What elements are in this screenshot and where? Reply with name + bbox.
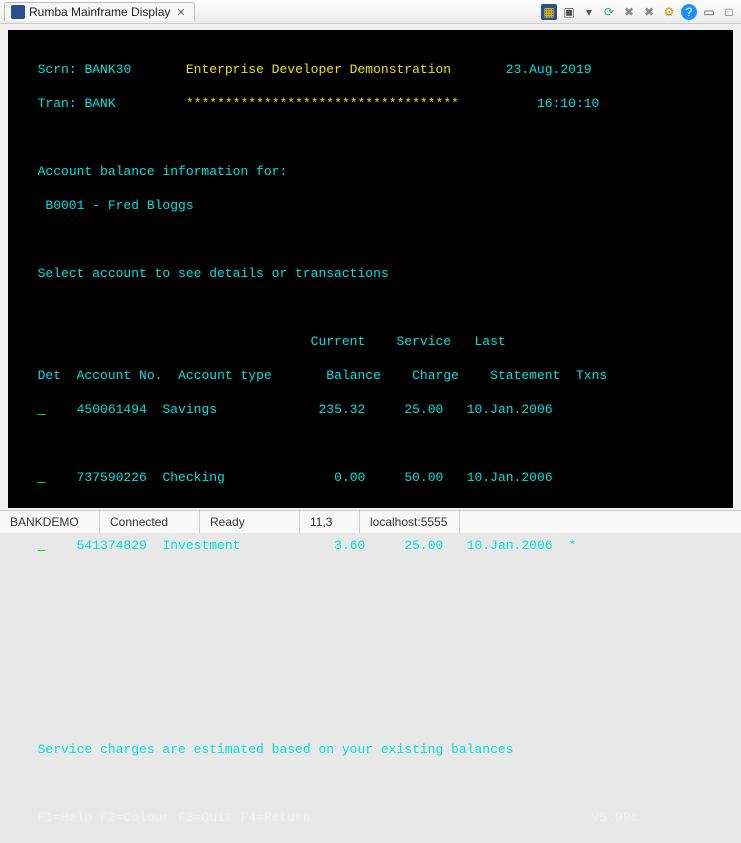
customer-id: B0001 bbox=[45, 198, 84, 213]
help-icon[interactable]: ? bbox=[681, 4, 697, 20]
version: V5.99c bbox=[592, 810, 639, 825]
det-input-0[interactable]: _ bbox=[38, 401, 46, 418]
tool-icon-5[interactable]: ✖ bbox=[621, 4, 637, 20]
app-icon bbox=[11, 5, 25, 19]
stmt-0: 10.Jan.2006 bbox=[467, 402, 553, 417]
col-acct: Account No. bbox=[77, 368, 163, 383]
window-tab[interactable]: Rumba Mainframe Display ✕ bbox=[4, 2, 195, 21]
col-service-1: Service bbox=[396, 334, 451, 349]
col-service-2: Charge bbox=[412, 368, 459, 383]
date-value: 23.Aug.2019 bbox=[506, 62, 592, 77]
charge-0: 25.00 bbox=[404, 402, 443, 417]
col-txns: Txns bbox=[576, 368, 607, 383]
balance-0: 235.32 bbox=[318, 402, 365, 417]
acct-2: 541374829 bbox=[77, 538, 147, 553]
balance-2: 3.60 bbox=[334, 538, 365, 553]
col-current-2: Balance bbox=[326, 368, 381, 383]
col-det: Det bbox=[38, 368, 61, 383]
col-last-1: Last bbox=[475, 334, 506, 349]
tool-icon-6[interactable]: ✖ bbox=[641, 4, 657, 20]
scrn-value: BANK30 bbox=[84, 62, 131, 77]
type-1: Checking bbox=[162, 470, 224, 485]
toolbar: ▦ ▣ ▾ ⟳ ✖ ✖ ⚙ ? ▭ □ bbox=[541, 4, 737, 20]
maximize-icon[interactable]: □ bbox=[721, 4, 737, 20]
gear-icon[interactable]: ⚙ bbox=[661, 4, 677, 20]
det-input-1[interactable]: _ bbox=[38, 469, 46, 486]
col-current-1: Current bbox=[311, 334, 366, 349]
stmt-2: 10.Jan.2006 bbox=[467, 538, 553, 553]
txns-2: * bbox=[568, 538, 576, 553]
minimize-icon[interactable]: ▭ bbox=[701, 4, 717, 20]
scrn-label: Scrn: bbox=[38, 62, 77, 77]
refresh-icon[interactable]: ⟳ bbox=[601, 4, 617, 20]
customer-sep: - bbox=[84, 198, 107, 213]
time-value: 16:10:10 bbox=[537, 96, 599, 111]
stmt-1: 10.Jan.2006 bbox=[467, 470, 553, 485]
terminal-screen[interactable]: Scrn: BANK30 Enterprise Developer Demons… bbox=[8, 30, 733, 508]
window-titlebar: Rumba Mainframe Display ✕ ▦ ▣ ▾ ⟳ ✖ ✖ ⚙ … bbox=[0, 0, 741, 24]
customer-name: Fred Bloggs bbox=[108, 198, 194, 213]
tool-icon-1[interactable]: ▦ bbox=[541, 4, 557, 20]
acct-info-label: Account balance information for: bbox=[38, 164, 288, 179]
txns-0 bbox=[568, 402, 576, 417]
tool-icon-2[interactable]: ▣ bbox=[561, 4, 577, 20]
col-last-2: Statement bbox=[490, 368, 560, 383]
acct-0: 450061494 bbox=[77, 402, 147, 417]
function-keys: F1=Help F2=Colour F3=Quit F4=Return bbox=[38, 810, 311, 825]
app-title: Enterprise Developer Demonstration bbox=[186, 62, 451, 77]
select-prompt: Select account to see details or transac… bbox=[38, 266, 389, 281]
window-title: Rumba Mainframe Display bbox=[29, 5, 170, 19]
det-input-2[interactable]: _ bbox=[38, 537, 46, 554]
title-stars: *********************************** bbox=[186, 96, 459, 111]
balance-1: 0.00 bbox=[334, 470, 365, 485]
footnote: Service charges are estimated based on y… bbox=[38, 742, 514, 757]
col-type: Account type bbox=[178, 368, 272, 383]
tran-label: Tran: bbox=[38, 96, 77, 111]
type-2: Investment bbox=[162, 538, 240, 553]
charge-1: 50.00 bbox=[404, 470, 443, 485]
close-icon[interactable]: ✕ bbox=[174, 6, 187, 19]
type-0: Savings bbox=[162, 402, 217, 417]
charge-2: 25.00 bbox=[404, 538, 443, 553]
acct-1: 737590226 bbox=[77, 470, 147, 485]
tran-value: BANK bbox=[84, 96, 115, 111]
txns-1 bbox=[568, 470, 576, 485]
dropdown-icon[interactable]: ▾ bbox=[581, 4, 597, 20]
